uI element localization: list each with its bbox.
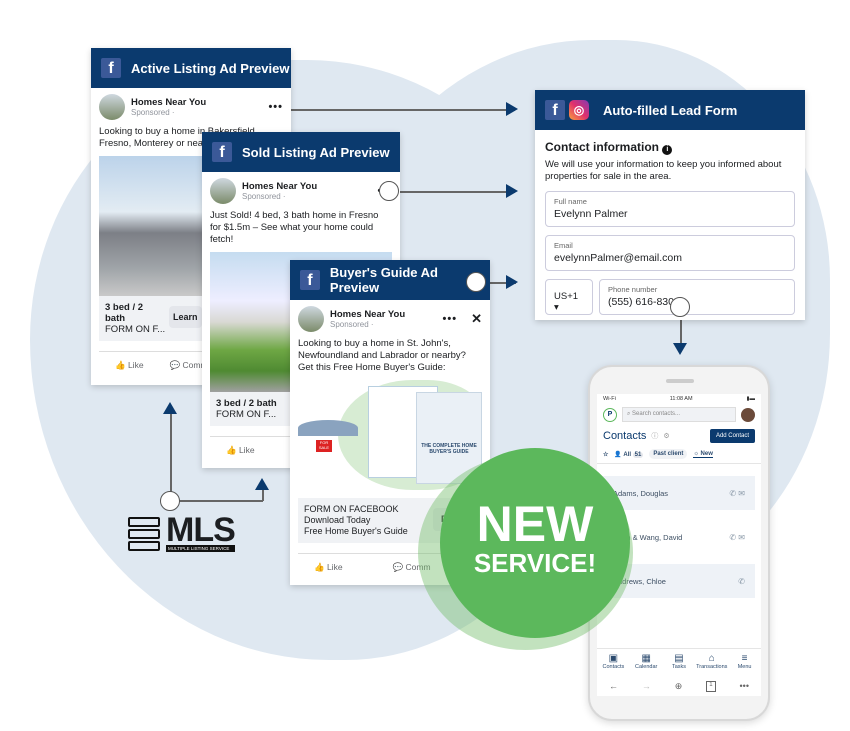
page-name: Homes Near You (131, 97, 207, 108)
page-name: Homes Near You (242, 181, 318, 192)
facebook-icon: f (545, 100, 565, 120)
cta-sub: FORM ON F... (105, 324, 166, 335)
favorites-filter[interactable]: ☆ (603, 451, 608, 458)
sponsored-label: Sponsored · (242, 192, 286, 201)
card-title: Auto-filled Lead Form (603, 102, 738, 118)
back-icon[interactable]: ← (609, 681, 618, 692)
mls-logo: MLS MULTIPLE LISTING SERVICE (128, 513, 236, 552)
nav-calendar[interactable]: ▦ Calendar (630, 653, 663, 670)
avatar (210, 178, 236, 204)
avatar (298, 306, 324, 332)
nav-tasks[interactable]: ▤ Tasks (663, 653, 696, 670)
server-icon (128, 516, 160, 551)
new-service-badge: NEW SERVICE! (440, 448, 630, 638)
tabs-icon[interactable]: 1 (706, 681, 716, 692)
facebook-icon: f (101, 58, 121, 78)
email-field[interactable]: Email evelynnPalmer@email.com (545, 235, 795, 271)
full-name-field[interactable]: Full name Evelynn Palmer (545, 191, 795, 227)
like-button[interactable]: 👍 Like (115, 360, 144, 371)
page-name: Homes Near You (330, 309, 406, 320)
nav-contacts[interactable]: ▣ Contacts (597, 653, 630, 670)
status-carrier: Wi-Fi (603, 396, 616, 402)
nav-menu[interactable]: ≡ Menu (728, 653, 761, 670)
more-icon[interactable]: ••• (740, 681, 749, 692)
new-tab-icon[interactable]: ⊕ (675, 681, 683, 692)
search-input[interactable]: ⌕ Search contacts... (622, 407, 736, 422)
avatar (99, 94, 125, 120)
for-sale-sign: FOR SALE (316, 440, 332, 452)
filter-new[interactable]: ☼ New (693, 451, 713, 458)
form-heading: Contact information (545, 140, 659, 154)
add-contact-button[interactable]: Add Contact (709, 429, 755, 443)
instagram-icon: ◎ (569, 100, 589, 120)
phone-field[interactable]: Phone number (555) 616-8300 (599, 279, 795, 315)
facebook-icon: f (300, 270, 320, 290)
connector-node (670, 297, 690, 317)
learn-more-button[interactable]: Learn (169, 306, 202, 328)
card-title: Sold Listing Ad Preview (242, 144, 390, 160)
close-icon[interactable]: ✕ (471, 311, 482, 327)
contacts-title: Contacts (603, 430, 647, 442)
sponsored-label: Sponsored · (131, 108, 175, 117)
cta-sub: FORM ON F... (216, 409, 277, 420)
card-title: Active Listing Ad Preview (131, 60, 290, 76)
info-icon: i (662, 145, 673, 155)
connector-node (160, 491, 180, 511)
post-text: Just Sold! 4 bed, 3 bath home in Fresno … (210, 210, 379, 245)
user-avatar[interactable] (741, 407, 755, 422)
more-icon[interactable]: ••• (443, 313, 458, 325)
connector-node (379, 181, 399, 201)
connector-node (466, 272, 486, 292)
form-description: We will use your information to keep you… (545, 159, 782, 182)
forward-icon[interactable]: → (642, 681, 651, 692)
lead-form-card: f ◎ Auto-filled Lead Form Contact informat… (535, 90, 805, 320)
cta-title: 3 bed / 2 bath (105, 302, 144, 324)
like-button[interactable]: 👍 Like (226, 445, 255, 456)
post-text: Looking to buy a home in St. John's, New… (298, 338, 466, 373)
settings-icon[interactable]: ⚙ (663, 432, 669, 440)
sponsored-label: Sponsored · (330, 320, 374, 329)
nav-transactions[interactable]: ⌂ Transactions (695, 653, 728, 670)
help-icon[interactable]: ⓘ (651, 431, 658, 441)
status-time: 11:08 AM (669, 396, 693, 402)
more-icon[interactable]: ••• (268, 101, 283, 113)
filter-past-client[interactable]: Past client (649, 449, 688, 459)
app-logo: P (603, 407, 617, 422)
like-button[interactable]: 👍 Like (314, 562, 343, 573)
filter-all[interactable]: 👤 All 51 (614, 451, 644, 458)
facebook-icon: f (212, 142, 232, 162)
country-code-select[interactable]: US+1 ▾ (545, 279, 593, 315)
